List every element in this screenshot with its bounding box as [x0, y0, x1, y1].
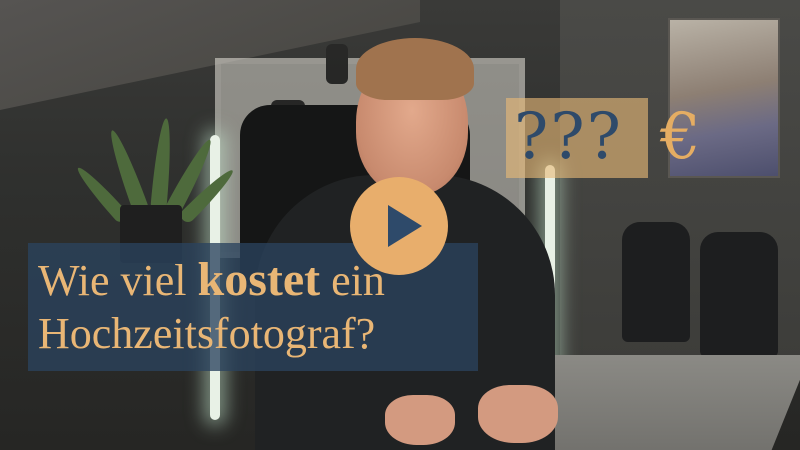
title-line-1: Wie viel kostet ein [38, 254, 385, 307]
title-text-bold: kostet [197, 253, 321, 306]
person-hair [356, 38, 474, 100]
hand-left [385, 395, 455, 445]
euro-symbol: € [660, 100, 701, 174]
title-text-pre: Wie viel [38, 256, 198, 305]
title-line-2: Hochzeitsfotograf? [38, 309, 376, 358]
play-icon [388, 205, 422, 247]
video-thumbnail[interactable]: ??? € Wie viel kostet ein Hochzeitsfotog… [0, 0, 800, 450]
play-button[interactable] [350, 177, 448, 275]
backpack-right [700, 232, 778, 357]
backpack-left [622, 222, 690, 342]
shelf-lens [326, 44, 348, 84]
price-question-marks: ??? [514, 100, 623, 174]
hand-right [478, 385, 558, 443]
